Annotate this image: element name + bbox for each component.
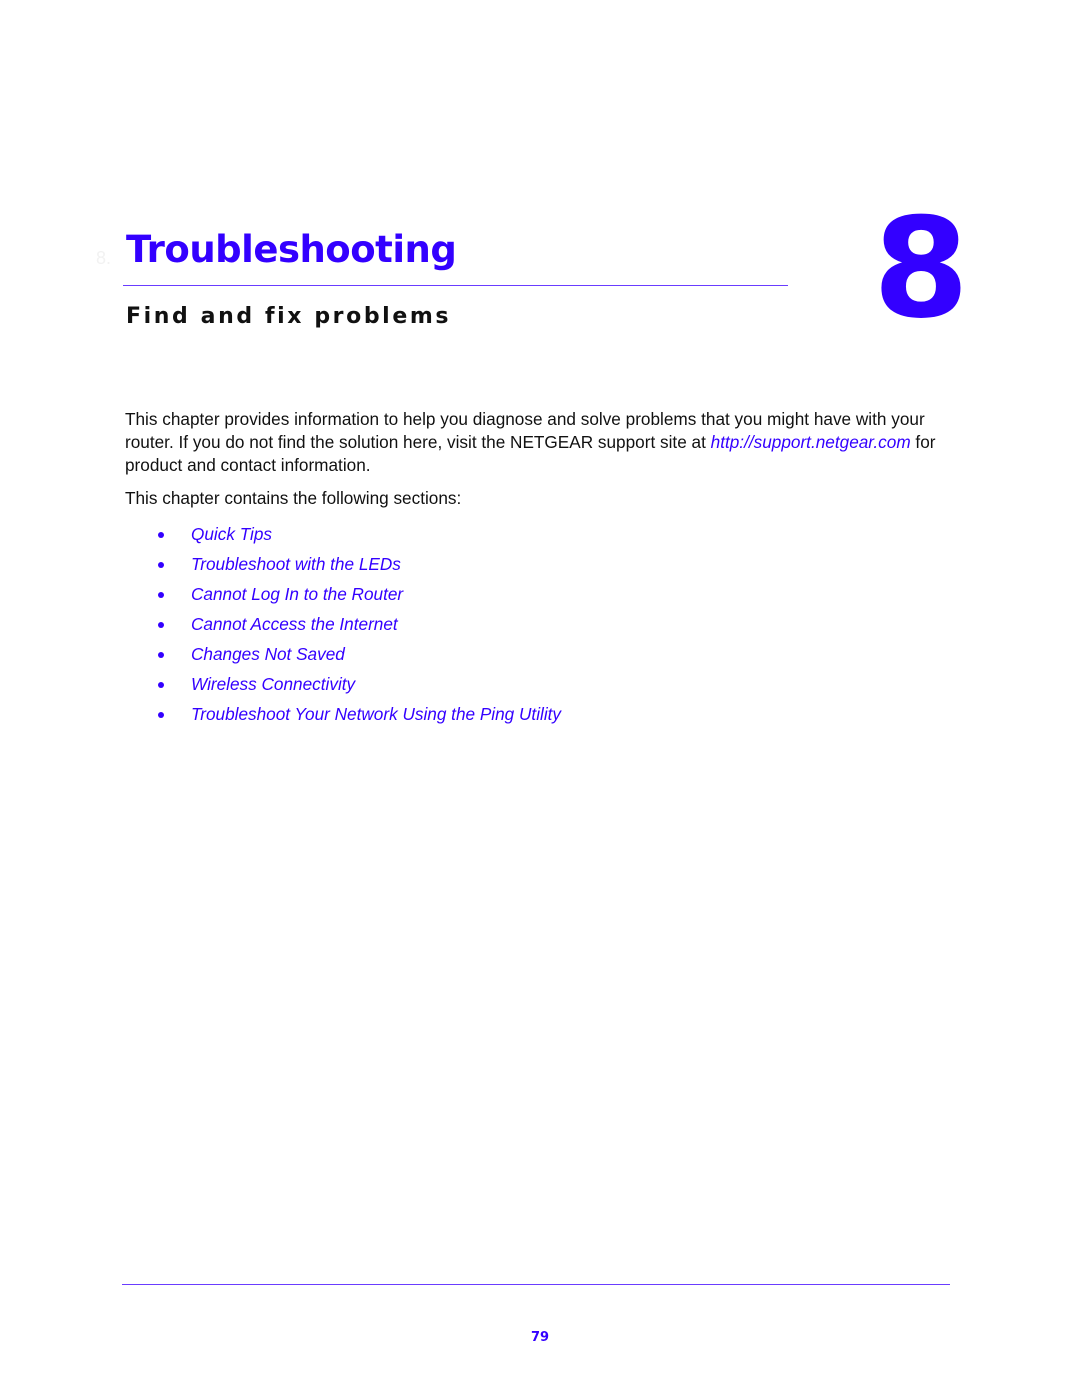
bullet-icon [158, 592, 164, 598]
footer-divider [122, 1284, 950, 1285]
chapter-ghost-label: 8. [96, 248, 112, 268]
chapter-number: 8 [873, 188, 970, 349]
bullet-icon [158, 682, 164, 688]
section-link-cannot-access-internet[interactable]: Cannot Access the Internet [191, 614, 398, 635]
bullet-icon [158, 622, 164, 628]
intro-paragraph: This chapter provides information to hel… [125, 408, 955, 477]
section-link-wireless-connectivity[interactable]: Wireless Connectivity [191, 674, 355, 695]
section-link-cannot-log-in[interactable]: Cannot Log In to the Router [191, 584, 403, 605]
section-link-changes-not-saved[interactable]: Changes Not Saved [191, 644, 345, 665]
section-link-ping-utility[interactable]: Troubleshoot Your Network Using the Ping… [191, 704, 561, 725]
bullet-icon [158, 712, 164, 718]
bullet-icon [158, 562, 164, 568]
support-link[interactable]: http://support.netgear.com [711, 432, 911, 452]
section-link-quick-tips[interactable]: Quick Tips [191, 524, 272, 545]
title-divider [123, 285, 788, 286]
section-link-troubleshoot-leds[interactable]: Troubleshoot with the LEDs [191, 554, 401, 575]
sections-intro: This chapter contains the following sect… [125, 488, 462, 508]
bullet-icon [158, 652, 164, 658]
chapter-subtitle: Find and fix problems [126, 304, 452, 329]
page-number: 79 [530, 1330, 550, 1345]
chapter-title: Troubleshooting [126, 228, 457, 271]
bullet-icon [158, 532, 164, 538]
